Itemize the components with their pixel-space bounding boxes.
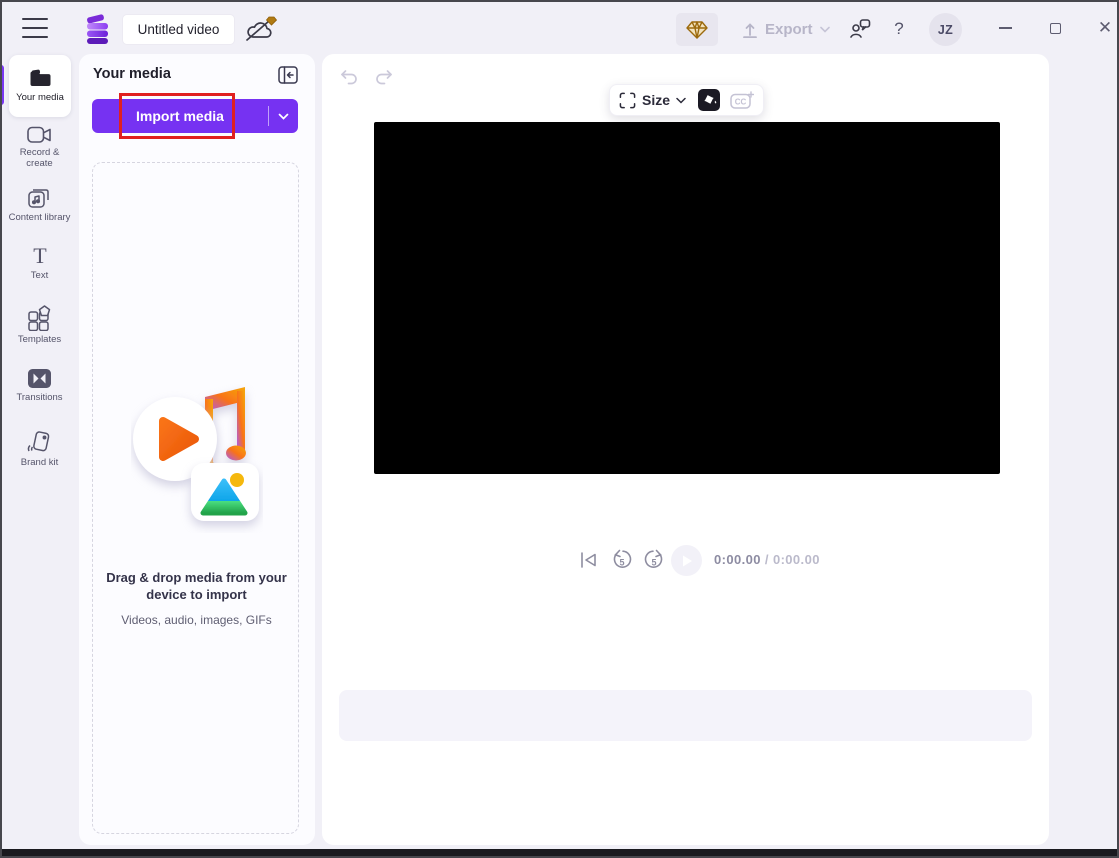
svg-text:T: T [33, 245, 47, 267]
templates-icon [28, 305, 51, 331]
video-preview-canvas[interactable] [374, 122, 1000, 474]
playback-controls: 5 5 0:00.00 / 0:00.00 [322, 544, 1049, 580]
window-bottom-edge [2, 849, 1117, 856]
sidebar-item-label: Transitions [16, 392, 63, 403]
camera-icon [27, 126, 51, 143]
brand-kit-icon [27, 431, 50, 452]
size-label: Size [642, 92, 671, 108]
hamburger-menu-icon[interactable] [22, 18, 48, 38]
timeline-empty-track[interactable] [339, 690, 1032, 741]
clipchamp-logo [84, 13, 112, 45]
svg-text:5: 5 [619, 558, 624, 568]
redo-icon[interactable] [373, 66, 395, 88]
skip-to-start-icon[interactable] [579, 550, 599, 570]
your-media-panel: Your media Import media Drag & drop medi… [79, 54, 315, 845]
left-nav-rail: Your media Record & create Content libra… [2, 52, 77, 849]
editor-panel: Size CC 5 5 0:00.00 / 0:00.00 [322, 54, 1049, 845]
timecode-elapsed: 0:00.00 [714, 552, 761, 567]
media-dropzone[interactable]: Drag & drop media from your device to im… [92, 162, 299, 834]
import-media-label: Import media [136, 108, 224, 124]
active-tab-accent [2, 65, 4, 105]
top-bar: Export ? JZ ✕ [2, 2, 1117, 52]
avatar-initials: JZ [937, 22, 954, 37]
window-maximize-button[interactable] [1040, 14, 1070, 42]
canvas-toolbar: Size CC [609, 84, 764, 116]
sidebar-item-transitions[interactable]: Transitions [2, 368, 77, 403]
folder-icon [30, 69, 50, 86]
background-color-button[interactable] [698, 89, 720, 111]
sidebar-item-label: Templates [17, 334, 62, 345]
dropzone-subtitle: Videos, audio, images, GIFs [121, 613, 272, 627]
collapse-panel-icon[interactable] [277, 64, 299, 86]
app-window: Export ? JZ ✕ [0, 0, 1119, 858]
undo-icon[interactable] [338, 66, 360, 88]
svg-text:5: 5 [651, 558, 656, 568]
play-icon [682, 555, 692, 566]
help-button[interactable]: ? [886, 16, 912, 42]
sidebar-item-label: Content library [8, 212, 71, 223]
sidebar-item-record-create[interactable]: Record & create [2, 126, 77, 169]
sidebar-item-content-library[interactable]: Content library [2, 185, 77, 223]
text-icon: T [33, 245, 47, 267]
window-close-button[interactable]: ✕ [1090, 14, 1117, 42]
sidebar-item-label: Text [30, 270, 49, 281]
resize-frame-icon [619, 92, 636, 108]
premium-gem-button[interactable] [676, 13, 718, 46]
size-dropdown-button[interactable]: Size [619, 92, 686, 109]
feedback-icon[interactable] [847, 16, 873, 42]
media-types-illustration [131, 363, 263, 533]
import-options-chevron-icon[interactable] [269, 99, 298, 133]
content-library-icon [28, 189, 49, 208]
media-panel-title: Your media [93, 66, 171, 82]
export-button[interactable]: Export [742, 15, 830, 43]
rewind-5s-icon[interactable]: 5 [611, 548, 633, 572]
window-minimize-button[interactable] [990, 14, 1020, 42]
video-title-input[interactable] [122, 14, 235, 45]
sidebar-item-text[interactable]: T Text [2, 245, 77, 281]
timecode: 0:00.00 / 0:00.00 [714, 552, 820, 567]
close-icon: ✕ [1097, 18, 1113, 37]
import-media-button[interactable]: Import media [92, 99, 298, 133]
paint-bucket-icon [704, 94, 717, 104]
transitions-icon [28, 369, 51, 388]
forward-5s-icon[interactable]: 5 [643, 548, 665, 572]
chevron-down-icon [676, 97, 686, 104]
sidebar-item-label: Brand kit [20, 457, 59, 468]
help-label: ? [894, 19, 904, 38]
sidebar-item-label: Record & create [19, 147, 60, 169]
play-button[interactable] [671, 545, 702, 576]
sidebar-item-label: Your media [16, 92, 64, 103]
captions-cc-label: CC [735, 98, 747, 107]
account-avatar[interactable]: JZ [929, 13, 962, 46]
timecode-duration: / 0:00.00 [760, 552, 820, 567]
sidebar-item-brand-kit[interactable]: Brand kit [2, 430, 77, 468]
dropzone-title: Drag & drop media from your device to im… [106, 570, 287, 602]
sidebar-item-your-media[interactable]: Your media [9, 55, 71, 117]
autocompose-disabled-icon[interactable] [243, 15, 277, 45]
sidebar-item-templates[interactable]: Templates [2, 305, 77, 345]
export-label: Export [765, 20, 813, 38]
captions-button[interactable]: CC [730, 90, 754, 110]
